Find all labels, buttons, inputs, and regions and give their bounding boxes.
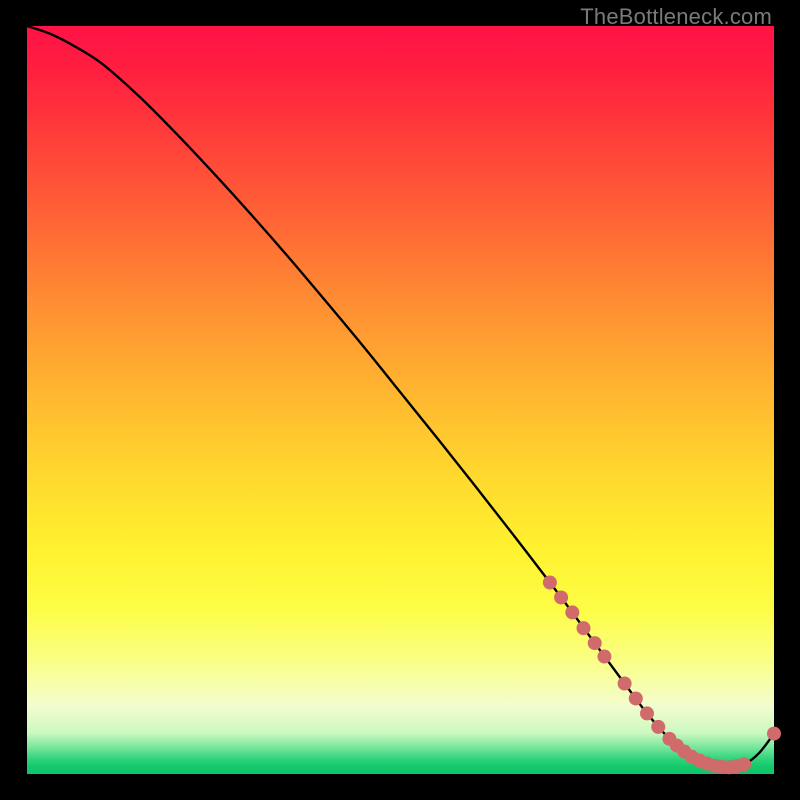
chart-marker [588,636,602,650]
chart-marker [629,691,643,705]
chart-marker [577,621,591,635]
chart-marker [640,706,654,720]
chart-marker [737,757,751,771]
chart-svg [27,26,774,774]
chart-marker [565,605,579,619]
bottleneck-curve [27,26,774,767]
chart-marker [597,650,611,664]
watermark-text: TheBottleneck.com [580,4,772,30]
chart-marker [767,727,781,741]
chart-marker [543,576,557,590]
chart-stage: TheBottleneck.com [0,0,800,800]
chart-marker [554,590,568,604]
chart-plot-area [27,26,774,774]
chart-markers [543,576,781,775]
chart-marker [651,720,665,734]
chart-marker [618,676,632,690]
